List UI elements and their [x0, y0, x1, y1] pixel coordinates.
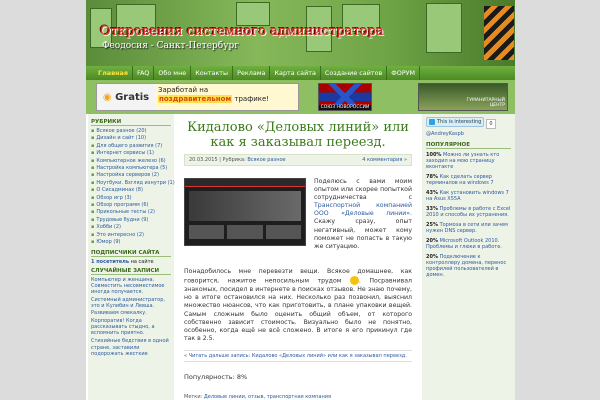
nav-item-contacts[interactable]: Контакты — [191, 66, 234, 80]
popular-post-link[interactable]: 33% Проблемы в работе с Excel 2010 и спо… — [426, 206, 511, 218]
rubrics-list: Всякое разное (20) Дизайн и сайт (10) Дл… — [91, 128, 174, 247]
header-server-graphic — [426, 3, 462, 53]
twitter-handle-link[interactable]: @AndreyKaspb — [426, 131, 511, 137]
popularity-label: Популярность: 8% — [184, 373, 248, 381]
rubric-link[interactable]: О Сисадминах (8) — [91, 187, 171, 194]
smiley-icon — [349, 276, 359, 286]
gratis-ad-text: Заработай на поздравительном трафике! — [155, 84, 298, 110]
read-more-link[interactable]: « Читать дальше запись: Кидалово «Деловы… — [184, 350, 412, 362]
site-header: Откровения системного администратора Фео… — [86, 0, 515, 66]
popular-post-link[interactable]: 20% Подключение к контроллеру домена, пе… — [426, 254, 511, 278]
nav-item-webdev[interactable]: Создание сайтов — [321, 66, 388, 80]
nav-item-faq[interactable]: FAQ — [133, 66, 155, 80]
comments-link[interactable]: 4 комментария » — [362, 157, 407, 163]
random-post-link[interactable]: Стихийные бедствия в одной стране, заста… — [91, 338, 171, 357]
page-gutter-left — [0, 0, 86, 400]
post-tags: Метки: Деловые линии, отзыв, транспортна… — [184, 394, 331, 400]
nav-item-home[interactable]: Главная — [94, 66, 133, 80]
post-content: Кидалово «Деловых линий» или как я заказ… — [178, 114, 418, 400]
popular-post-link[interactable]: 43% Как установить windows 7 на Asus X55… — [426, 190, 511, 202]
novorossiya-flag-banner[interactable]: СОЮЗ НОВОРОССИИ — [318, 83, 372, 111]
gratis-logo: ◉ Gratis — [97, 84, 155, 110]
visitors-counter: 1 посетитель на сайте — [91, 258, 154, 265]
post-paragraph: Понадобилось мне перевезти вещи. Всякое … — [184, 268, 412, 343]
popular-post-link[interactable]: 20% Microsoft Outlook 2010. Проблемы и г… — [426, 238, 511, 250]
rubric-link[interactable]: Обзор программ (6) — [91, 202, 171, 209]
rubric-link[interactable]: Дизайн и сайт (10) — [91, 135, 171, 142]
header-monitor-graphic — [236, 2, 270, 26]
rubric-link[interactable]: Ноутбуки. Взгляд изнутри (1) — [91, 180, 174, 187]
rubric-link[interactable]: Настройка серверов (2) — [91, 172, 171, 179]
rubric-link[interactable]: Для общего развития (7) — [91, 143, 171, 150]
twitter-icon — [429, 119, 435, 125]
banner-row: ◉ Gratis Заработай на поздравительном тр… — [86, 80, 515, 114]
popular-post-link[interactable]: 78% Как сделать сервер терминалов на win… — [426, 174, 511, 186]
random-post-link[interactable]: Системный администратор, это и Кулибин и… — [91, 297, 171, 316]
page-gutter-right — [515, 0, 600, 400]
post-meta: 20.03.2015 | Рубрика: Всякое разное 4 ко… — [184, 154, 412, 166]
post-screenshot-image — [184, 178, 306, 246]
rubric-link[interactable]: Юмор (9) — [91, 239, 171, 246]
st-george-ribbon-icon — [484, 6, 514, 60]
gratis-ad-banner[interactable]: ◉ Gratis Заработай на поздравительном тр… — [96, 83, 299, 111]
random-post-link[interactable]: Корпоратив! Когда рассказывать стыдно, а… — [91, 318, 171, 337]
post-rubric-link[interactable]: Всякое разное — [247, 157, 285, 163]
tags-links[interactable]: Деловые линии, отзыв, транспортная компа… — [204, 394, 331, 400]
main-nav: Главная FAQ Обо мне Контакты Реклама Кар… — [86, 66, 515, 80]
nav-item-about[interactable]: Обо мне — [154, 66, 192, 80]
site-container: Откровения системного администратора Фео… — [86, 0, 515, 400]
right-sidebar: This is interesting 0 @AndreyKaspb ПОПУЛЯ… — [422, 114, 515, 400]
humanitarian-center-banner[interactable]: ГУМАНИТАРНЫЙ ЦЕНТР — [418, 83, 508, 111]
tweet-count: 0 — [486, 119, 496, 129]
company-link[interactable]: Транспортной компанией ООО «Деловые лини… — [314, 202, 412, 217]
humanitarian-caption: ГУМАНИТАРНЫЙ ЦЕНТР — [466, 98, 505, 108]
rubric-link[interactable]: Интернет сервисы (1) — [91, 150, 171, 157]
rubric-link[interactable]: Хобби (2) — [91, 224, 171, 231]
rubric-link[interactable]: Компьютерное железо (6) — [91, 158, 171, 165]
rubric-link[interactable]: Прикольные тесты (2) — [91, 209, 171, 216]
rubric-link[interactable]: Трудовые будни (9) — [91, 217, 171, 224]
subscribers-heading: ПОДПИСЧИКИ САЙТА — [91, 250, 171, 257]
rubric-link[interactable]: Обзор игр (3) — [91, 195, 171, 202]
random-posts-heading: СЛУЧАЙНЫЕ ЗАПИСИ — [91, 268, 171, 275]
random-post-link[interactable]: Компьютер и женщина. Совместить несовмес… — [91, 277, 171, 296]
popular-post-link[interactable]: 100% Можно ли узнать кто заходил на мою … — [426, 152, 511, 170]
popular-heading: ПОПУЛЯРНОЕ — [426, 142, 511, 149]
nav-item-ads[interactable]: Реклама — [233, 66, 271, 80]
rubrics-heading: РУБРИКИ — [91, 119, 171, 126]
post-title[interactable]: Кидалово «Деловых линий» или как я заказ… — [184, 120, 412, 150]
site-subtitle: Феодосия - Санкт-Петербург — [102, 41, 239, 51]
rubric-link[interactable]: Это интересно (2) — [91, 232, 171, 239]
post-paragraph: Поделюсь с вами моим опытом или скорее п… — [314, 178, 412, 250]
site-title[interactable]: Откровения системного администратора — [100, 24, 384, 39]
post-date: 20.03.2015 — [189, 157, 218, 163]
nav-item-sitemap[interactable]: Карта сайта — [270, 66, 321, 80]
twitter-share-button[interactable]: This is interesting — [426, 117, 485, 127]
flag-caption: СОЮЗ НОВОРОССИИ — [319, 105, 371, 110]
popular-post-link[interactable]: 25% Тормоза в сети или зачем нужен DNS с… — [426, 222, 511, 234]
left-sidebar: РУБРИКИ Всякое разное (20) Дизайн и сайт… — [88, 114, 175, 400]
nav-item-forum[interactable]: ФОРУМ — [387, 66, 421, 80]
